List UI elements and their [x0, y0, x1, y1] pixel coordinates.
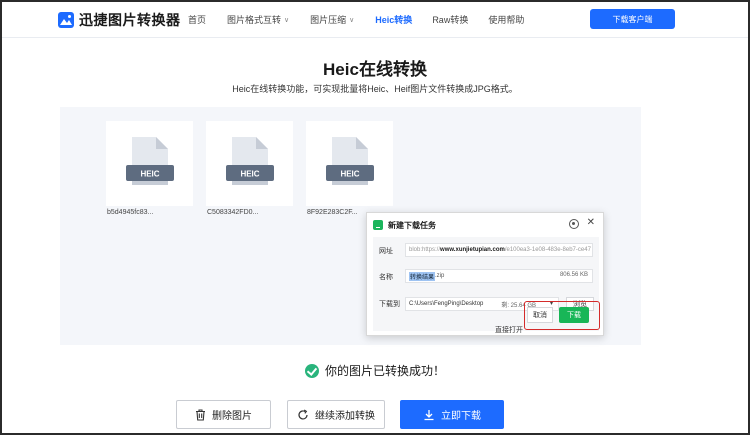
- file-badge: HEIC: [340, 170, 359, 179]
- nav-heic-convert[interactable]: Heic转换: [375, 13, 412, 26]
- save-to-label: 下载到: [379, 301, 400, 308]
- file-name-field[interactable]: 转换结果 .zip 806.56 KB: [405, 269, 593, 283]
- heic-file-icon: HEIC: [326, 137, 374, 185]
- file-card[interactable]: HEIC: [106, 121, 193, 206]
- nav-label: 使用帮助: [488, 15, 525, 25]
- refresh-icon: [298, 409, 308, 420]
- logo-text: 迅捷图片转换器: [79, 12, 181, 28]
- file-badge: HEIC: [240, 170, 259, 179]
- page-subtitle: Heic在线转换功能，可实现批量将Heic、Heif图片文件转换成JPG格式。: [232, 84, 518, 94]
- download-icon: [424, 409, 434, 420]
- nav-label: 图片格式互转: [227, 15, 282, 25]
- file-name: C5083342FD0...: [207, 209, 259, 216]
- url-domain: www.xunjietupian.com: [440, 247, 505, 253]
- page-title: Heic在线转换: [323, 60, 427, 79]
- url-label: 网址: [379, 248, 393, 255]
- heic-file-icon: HEIC: [126, 137, 174, 185]
- file-name: 8F92E283C2F...: [307, 209, 358, 216]
- button-label: 立即下载: [441, 411, 481, 422]
- file-name-selection: 转换结果: [409, 271, 436, 281]
- url-prefix: blob:https://: [409, 247, 441, 253]
- nav-label: 图片压缩: [310, 15, 347, 25]
- nav-raw-convert[interactable]: Raw转换: [432, 13, 468, 26]
- nav-help[interactable]: 使用帮助: [488, 13, 524, 26]
- button-label: 继续添加转换: [315, 411, 375, 422]
- button-label: 删除图片: [212, 411, 252, 422]
- download-client-button[interactable]: 下载客户端: [590, 9, 675, 29]
- url-field[interactable]: blob:https://www.xunjietupian.com/e100ea…: [405, 243, 593, 257]
- main-nav: 首页 图片格式互转 ∨ 图片压缩 ∨ Heic转换 Raw转换 使用帮助: [188, 13, 524, 26]
- nav-label: Raw转换: [432, 15, 469, 25]
- continue-add-button[interactable]: 继续添加转换: [287, 400, 385, 429]
- confirm-download-button[interactable]: 下载: [559, 307, 589, 323]
- file-size: 806.56 KB: [559, 272, 588, 278]
- cancel-button[interactable]: 取消: [527, 307, 553, 323]
- save-path: C:\Users\FengPing\Desktop: [409, 301, 484, 307]
- close-icon[interactable]: ✕: [587, 218, 595, 228]
- file-card[interactable]: HEIC: [206, 121, 293, 206]
- name-label: 名称: [379, 274, 393, 281]
- logo-icon: [58, 12, 74, 28]
- file-badge: HEIC: [140, 170, 159, 179]
- file-name: b5d4945fc83...: [107, 209, 154, 216]
- logo[interactable]: 迅捷图片转换器: [58, 10, 181, 30]
- nav-label: Heic转换: [375, 15, 413, 25]
- heic-file-icon: HEIC: [226, 137, 274, 185]
- success-message: 你的图片已转换成功！: [0, 362, 750, 379]
- settings-icon[interactable]: [569, 219, 579, 229]
- download-app-icon: [373, 220, 383, 230]
- dialog-title: 新建下载任务: [388, 220, 436, 230]
- download-now-button[interactable]: 立即下载: [400, 400, 504, 429]
- chevron-down-icon: ∨: [284, 16, 290, 24]
- check-circle-icon: [304, 363, 319, 378]
- file-ext: .zip: [435, 273, 445, 279]
- delete-images-button[interactable]: 删除图片: [176, 400, 271, 429]
- dialog-header: 新建下载任务: [367, 213, 603, 237]
- success-text: 你的图片已转换成功！: [324, 364, 445, 378]
- trash-icon: [196, 408, 205, 421]
- chevron-down-icon: ∨: [349, 16, 355, 24]
- nav-compress[interactable]: 图片压缩 ∨: [310, 13, 354, 26]
- url-suffix: /e100ea3-1e08-483e-8eb7-ce47: [504, 247, 591, 253]
- file-card[interactable]: HEIC: [306, 121, 393, 206]
- open-directly-link[interactable]: 直接打开: [495, 325, 523, 335]
- top-header: 迅捷图片转换器 首页 图片格式互转 ∨ 图片压缩 ∨ Heic转换 Raw转换 …: [0, 0, 750, 38]
- nav-format-convert[interactable]: 图片格式互转 ∨: [227, 13, 289, 26]
- nav-label: 首页: [188, 15, 207, 25]
- nav-home[interactable]: 首页: [188, 13, 206, 26]
